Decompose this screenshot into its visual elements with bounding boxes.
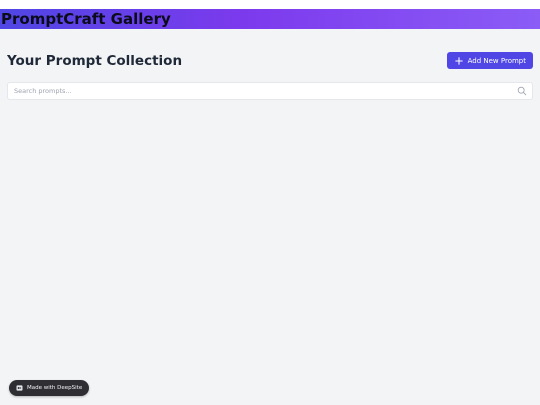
page-title: Your Prompt Collection bbox=[7, 52, 183, 69]
add-new-prompt-label: Add New Prompt bbox=[467, 56, 526, 65]
search-bar bbox=[7, 82, 533, 100]
top-band bbox=[0, 0, 540, 9]
deepsite-logo-icon bbox=[16, 385, 23, 391]
app-header: PromptCraft Gallery bbox=[0, 9, 540, 29]
app-title: PromptCraft Gallery bbox=[1, 10, 171, 28]
app-page: PromptCraft Gallery Your Prompt Collecti… bbox=[0, 0, 540, 405]
toolbar: Your Prompt Collection Add New Prompt bbox=[7, 52, 533, 69]
badge-label: Made with DeepSite bbox=[27, 385, 83, 391]
add-new-prompt-button[interactable]: Add New Prompt bbox=[446, 52, 533, 69]
search-icon[interactable] bbox=[517, 86, 527, 96]
made-with-deepsite-badge[interactable]: Made with DeepSite bbox=[9, 380, 90, 396]
plus-icon bbox=[454, 56, 463, 65]
search-input[interactable] bbox=[8, 83, 517, 99]
